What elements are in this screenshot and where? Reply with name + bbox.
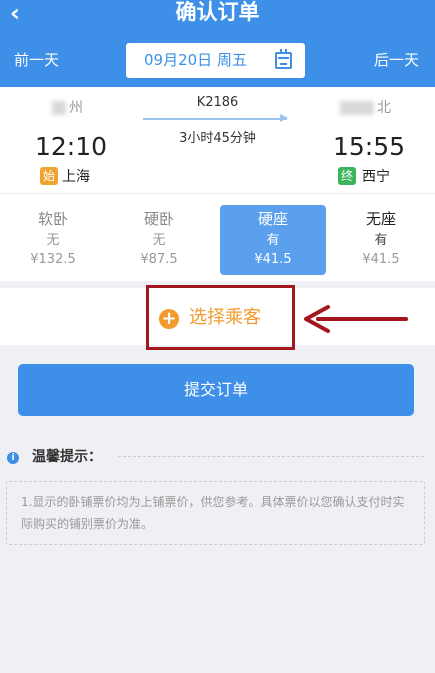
calendar-icon [275,49,292,69]
annotation-arrow-icon [304,305,408,333]
header-bar: ‹ 确认订单 前一天 09月20日 周五 后一天 [0,0,435,87]
seat-price: ¥41.5 [362,252,400,267]
seat-option-soft-sleeper[interactable]: 软卧 无 ¥132.5 [0,205,106,275]
select-passenger-button[interactable]: 选择乘客 [189,306,261,330]
depart-time: 12:10 [35,132,108,161]
seat-options: 软卧 无 ¥132.5 硬卧 无 ¥87.5 硬座 有 ¥41.5 无座 有 ¥… [0,193,435,281]
seat-name: 硬卧 [143,210,174,228]
seat-availability: 有 [266,233,280,248]
arrive-time: 15:55 [333,132,406,161]
seat-name: 软卧 [37,210,68,228]
seat-availability: 有 [374,233,388,248]
route-arrow [143,114,288,122]
tips-box: 1.显示的卧铺票价均为上铺票价，供您参考。具体票价以您确认支付时实际购买的铺别票… [6,481,425,545]
end-badge: 终 [338,167,356,185]
date-text: 09月20日 周五 [144,51,247,69]
seat-price: ¥41.5 [254,252,292,267]
seat-price: ¥132.5 [30,252,76,267]
seat-name: 无座 [365,210,396,228]
start-station: 上海 [62,169,90,185]
train-number: K2186 [196,95,239,110]
page-title: 确认订单 [175,0,260,24]
seat-option-no-seat[interactable]: 无座 有 ¥41.5 [328,205,434,275]
prev-day-button[interactable]: 前一天 [14,50,59,70]
date-selector[interactable]: 09月20日 周五 [126,43,305,78]
seat-availability: 无 [46,233,60,248]
end-station: 西宁 [362,169,390,185]
next-day-button[interactable]: 后一天 [374,50,419,70]
seat-price: ¥87.5 [140,252,178,267]
tips-divider [118,456,424,457]
info-icon: i [7,452,19,464]
seat-name: 硬座 [257,210,288,228]
seat-option-hard-seat[interactable]: 硬座 有 ¥41.5 [220,205,326,275]
seat-availability: 无 [152,233,166,248]
submit-order-button[interactable]: 提交订单 [18,364,414,416]
start-badge: 始 [40,167,58,185]
tips-title: 温馨提示： [32,449,102,465]
train-info-panel: 州 北 K2186 3小时45分钟 12:10 15:55 始 上海 终 西宁 [0,87,435,193]
seat-option-hard-sleeper[interactable]: 硬卧 无 ¥87.5 [106,205,212,275]
plus-circle-icon[interactable]: + [159,309,179,329]
tips-text: 1.显示的卧铺票价均为上铺票价，供您参考。具体票价以您确认支付时实际购买的铺别票… [21,495,405,531]
